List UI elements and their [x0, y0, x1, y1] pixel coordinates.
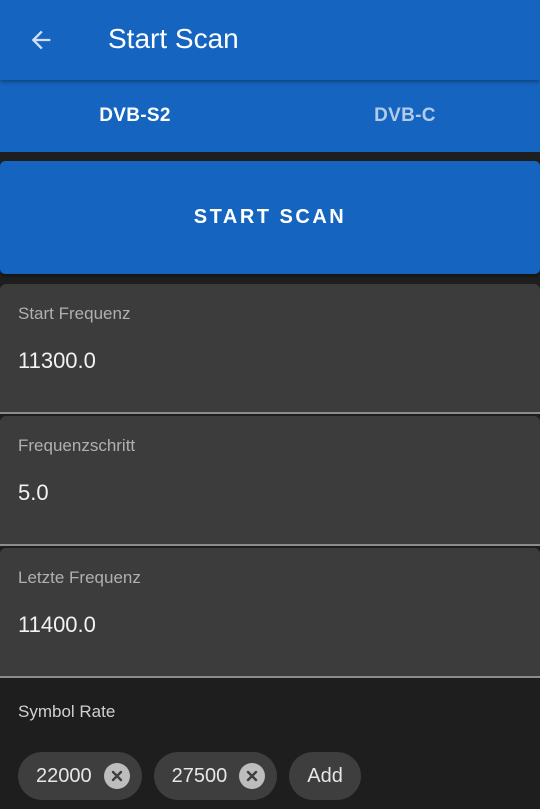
symbol-rate-label: Symbol Rate	[18, 702, 116, 721]
page-title: Start Scan	[108, 23, 239, 54]
tab-dvb-c[interactable]: DVB-C	[270, 80, 540, 152]
chip-label: 27500	[171, 764, 228, 787]
arrow-left-icon	[31, 30, 51, 50]
symbol-rate-chip[interactable]: 27500	[153, 752, 278, 800]
symbol-rate-chips: 22000 27500 Add	[18, 752, 361, 800]
last-frequency-label: Letzte Frequenz	[18, 568, 141, 587]
start-frequency-field[interactable]: Start Frequenz	[0, 284, 540, 414]
last-frequency-input[interactable]	[18, 612, 498, 638]
back-button[interactable]	[18, 17, 64, 63]
start-scan-button[interactable]: START SCAN	[0, 161, 540, 274]
tab-dvb-s2[interactable]: DVB-S2	[0, 80, 270, 152]
start-frequency-input[interactable]	[18, 348, 498, 374]
tab-bar: DVB-S2 DVB-C	[0, 80, 540, 152]
frequency-step-label: Frequenzschritt	[18, 436, 136, 455]
frequency-step-input[interactable]	[18, 480, 498, 506]
symbol-rate-chip[interactable]: 22000	[18, 752, 142, 800]
last-frequency-field[interactable]: Letzte Frequenz	[0, 548, 540, 678]
frequency-step-field[interactable]: Frequenzschritt	[0, 416, 540, 546]
close-circle-icon[interactable]	[239, 763, 266, 789]
add-symbol-rate-button[interactable]: Add	[289, 752, 361, 800]
chip-label: 22000	[36, 764, 92, 787]
start-frequency-label: Start Frequenz	[18, 304, 131, 323]
close-circle-icon[interactable]	[103, 763, 130, 789]
app-bar: Start Scan	[0, 0, 540, 80]
